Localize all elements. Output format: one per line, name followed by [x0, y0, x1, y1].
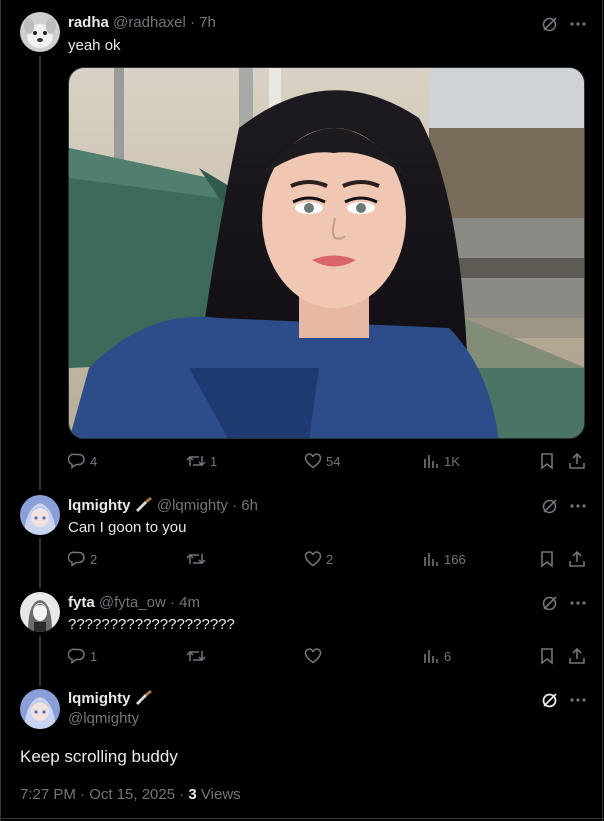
grok-icon[interactable] — [540, 593, 560, 613]
more-options-icon[interactable] — [568, 690, 588, 710]
author-name[interactable]: fyta — [68, 594, 95, 611]
post-header: radha @radhaxel · 7h — [68, 13, 216, 33]
post-text: Can I goon to you — [68, 519, 187, 536]
share-icon — [569, 452, 585, 469]
bookmark-button[interactable] — [538, 550, 556, 570]
frame-border-right — [602, 0, 603, 821]
reply-button[interactable]: 2 — [67, 550, 98, 570]
reply-count: 1 — [90, 649, 98, 664]
share-button[interactable] — [568, 452, 586, 472]
share-icon — [569, 647, 585, 664]
post-top-actions — [540, 496, 588, 516]
repost-count: 1 — [210, 454, 218, 469]
bookmark-icon — [541, 648, 553, 665]
frame-border-bottom — [0, 818, 604, 819]
avatar-fyta[interactable] — [20, 592, 60, 632]
more-options-icon[interactable] — [568, 593, 588, 613]
post-top-actions — [540, 690, 588, 710]
post-time[interactable]: · 4m — [170, 594, 200, 611]
main-post-meta: 7:27 PM · Oct 15, 2025 · 3 Views — [20, 785, 241, 805]
view-count: 1K — [444, 454, 460, 469]
post-image[interactable] — [68, 67, 585, 439]
bookmark-icon — [541, 453, 553, 470]
repost-button[interactable] — [186, 647, 210, 667]
avatar-lqmighty-main[interactable] — [20, 689, 60, 729]
reply-icon — [67, 648, 85, 664]
reply-button[interactable]: 4 — [67, 452, 98, 472]
main-post-text: Keep scrolling buddy — [20, 747, 178, 766]
grok-icon[interactable] — [540, 496, 560, 516]
author-name[interactable]: radha — [68, 14, 109, 31]
grok-icon[interactable] — [540, 690, 560, 710]
views-button[interactable]: 166 — [422, 550, 466, 570]
views-button[interactable]: 1K — [422, 452, 460, 472]
more-options-icon[interactable] — [568, 496, 588, 516]
repost-icon — [186, 650, 206, 662]
bookmark-button[interactable] — [538, 452, 556, 472]
views-label: Views — [196, 786, 241, 803]
views-count: 3 — [188, 786, 197, 803]
share-button[interactable] — [568, 647, 586, 667]
knife-emoji-icon — [135, 690, 152, 705]
repost-icon — [186, 455, 206, 467]
analytics-icon — [424, 650, 438, 663]
view-count: 6 — [444, 649, 452, 664]
author-handle[interactable]: @radhaxel — [113, 14, 186, 31]
knife-emoji-icon — [135, 497, 152, 512]
reply-count: 4 — [90, 454, 98, 469]
views-button[interactable]: 6 — [422, 647, 451, 667]
reply-count: 2 — [90, 552, 98, 567]
post-top-actions — [540, 593, 588, 613]
bookmark-button[interactable] — [538, 647, 556, 667]
like-button[interactable] — [304, 647, 326, 667]
repost-icon — [186, 553, 206, 565]
thread-connector — [39, 56, 41, 490]
repost-button[interactable] — [186, 550, 210, 570]
like-button[interactable]: 54 — [304, 452, 340, 472]
more-options-icon[interactable] — [568, 14, 588, 34]
reply-icon — [67, 453, 85, 469]
avatar-radha[interactable] — [20, 12, 60, 52]
main-author-name-row: lqmighty — [68, 689, 153, 709]
author-handle[interactable]: @fyta_ow — [99, 594, 166, 611]
share-button[interactable] — [568, 550, 586, 570]
post-top-actions — [540, 14, 588, 34]
repost-button[interactable]: 1 — [186, 452, 217, 472]
frame-border-left — [0, 0, 1, 821]
post-header: fyta @fyta_ow · 4m — [68, 593, 200, 613]
like-count: 2 — [326, 552, 334, 567]
post-time[interactable]: · 7h — [190, 14, 216, 31]
reply-icon — [67, 551, 85, 567]
grok-icon[interactable] — [540, 14, 560, 34]
view-count: 166 — [444, 552, 466, 567]
share-icon — [569, 550, 585, 567]
avatar-lqmighty[interactable] — [20, 495, 60, 535]
author-name[interactable]: lqmighty — [68, 497, 131, 514]
analytics-icon — [424, 455, 438, 468]
post-timestamp[interactable]: 7:27 PM · Oct 15, 2025 · — [20, 786, 188, 803]
heart-icon — [304, 453, 322, 469]
bookmark-icon — [541, 551, 553, 568]
post-header: lqmighty @lqmighty · 6h — [68, 496, 258, 516]
author-name[interactable]: lqmighty — [68, 690, 131, 707]
heart-icon — [304, 551, 322, 567]
post-time[interactable]: · 6h — [232, 497, 258, 514]
post-text: ???????????????????? — [68, 616, 235, 633]
author-handle[interactable]: @lqmighty — [157, 497, 228, 514]
like-button[interactable]: 2 — [304, 550, 333, 570]
thread-connector — [39, 636, 41, 686]
thread-connector — [39, 538, 41, 588]
heart-icon — [304, 648, 322, 664]
post-text: yeah ok — [68, 37, 121, 54]
like-count: 54 — [326, 454, 341, 469]
author-handle[interactable]: @lqmighty — [68, 709, 139, 729]
analytics-icon — [424, 553, 438, 566]
reply-button[interactable]: 1 — [67, 647, 98, 667]
